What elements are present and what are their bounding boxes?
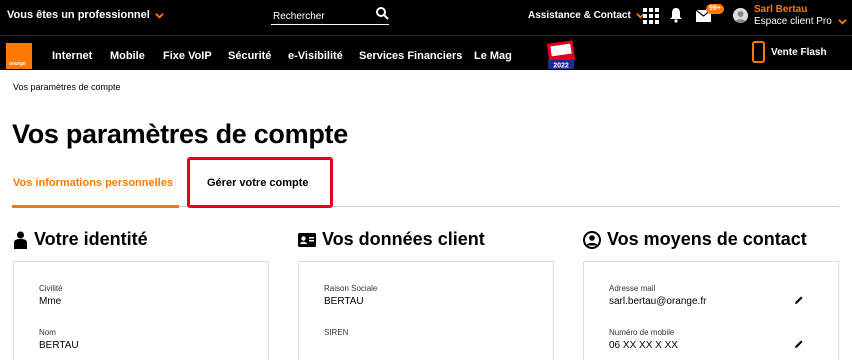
assistance-contact-menu[interactable]: Assistance & Contact [528, 10, 645, 21]
nav-item-internet[interactable]: Internet [52, 50, 92, 62]
tab-personal-info[interactable]: Vos informations personnelles [13, 177, 173, 189]
page-title: Vos paramètres de compte [12, 119, 348, 149]
mobile-label: Numéro de mobile [609, 328, 675, 337]
nav-item-fixe-voip[interactable]: Fixe VoIP [163, 50, 212, 62]
identity-section-title: Votre identité [13, 229, 148, 250]
top-bar: Vous êtes un professionnel Assistance & … [0, 0, 852, 35]
tab-bar: Vos informations personnelles Gérer votr… [12, 160, 839, 208]
notification-badge: 99+ [706, 4, 724, 14]
chevron-down-icon [838, 19, 847, 25]
breadcrumb: Vos paramètres de compte [13, 82, 121, 92]
civility-label: Civilité [39, 284, 63, 293]
nav-item-e-visibilite[interactable]: e-Visibilité [288, 50, 343, 62]
search-input[interactable] [271, 7, 371, 26]
professional-selector[interactable]: Vous êtes un professionnel [7, 9, 164, 21]
nav-item-mobile[interactable]: Mobile [110, 50, 145, 62]
company-label: Raison Sociale [324, 284, 378, 293]
nav-item-le-mag[interactable]: Le Mag [474, 50, 512, 62]
professional-selector-label: Vous êtes un professionnel [7, 9, 150, 21]
person-icon [14, 231, 27, 249]
identity-title: Votre identité [34, 229, 148, 249]
phone-icon [752, 41, 765, 63]
contact-section-title: Vos moyens de contact [583, 229, 807, 250]
logo-text: orange [9, 61, 26, 67]
orange-logo[interactable]: orange [6, 43, 32, 69]
nav-item-services-financiers[interactable]: Services Financiers [359, 50, 462, 62]
client-space-menu[interactable]: Espace client Pro [754, 16, 847, 27]
chevron-down-icon [155, 12, 164, 19]
bell-icon[interactable] [669, 7, 683, 23]
mobile-value: 06 XX XX X XX [609, 340, 678, 351]
email-value: sarl.bertau@orange.fr [609, 296, 707, 307]
email-label: Adresse mail [609, 284, 656, 293]
award-year: 2022 [553, 63, 569, 70]
apps-grid-icon[interactable] [643, 8, 659, 24]
name-value: BERTAU [39, 340, 79, 351]
company-value: BERTAU [324, 296, 364, 307]
identity-card: Civilité Mme Nom BERTAU [13, 261, 269, 360]
siren-label: SIREN [324, 328, 349, 337]
vente-flash-label: Vente Flash [771, 46, 827, 58]
avatar[interactable] [733, 8, 748, 23]
highlight-box [187, 157, 333, 208]
edit-email-pencil-icon[interactable] [794, 295, 804, 305]
client-section-title: Vos données client [298, 229, 485, 250]
main-nav: orange Internet Mobile Fixe VoIP Sécurit… [0, 35, 852, 70]
active-tab-indicator [12, 205, 179, 208]
contact-card: Adresse mail sarl.bertau@orange.fr Numér… [583, 261, 839, 360]
edit-mobile-pencil-icon[interactable] [794, 339, 804, 349]
contact-circle-icon [583, 230, 601, 249]
name-label: Nom [39, 328, 56, 337]
vente-flash-link[interactable]: Vente Flash [752, 41, 827, 63]
user-icon [734, 11, 747, 23]
id-card-icon [298, 232, 316, 247]
client-space-label: Espace client Pro [754, 16, 832, 27]
client-card: Raison Sociale BERTAU SIREN [298, 261, 554, 360]
search-box [271, 6, 389, 26]
contact-title: Vos moyens de contact [607, 229, 807, 249]
award-badge-icon: 2022 [546, 40, 576, 70]
civility-value: Mme [39, 296, 62, 307]
client-title: Vos données client [322, 229, 485, 249]
nav-item-securite[interactable]: Sécurité [228, 50, 271, 62]
search-icon[interactable] [375, 6, 389, 20]
user-name[interactable]: Sarl Bertau [754, 4, 807, 15]
assistance-contact-label: Assistance & Contact [528, 10, 631, 21]
